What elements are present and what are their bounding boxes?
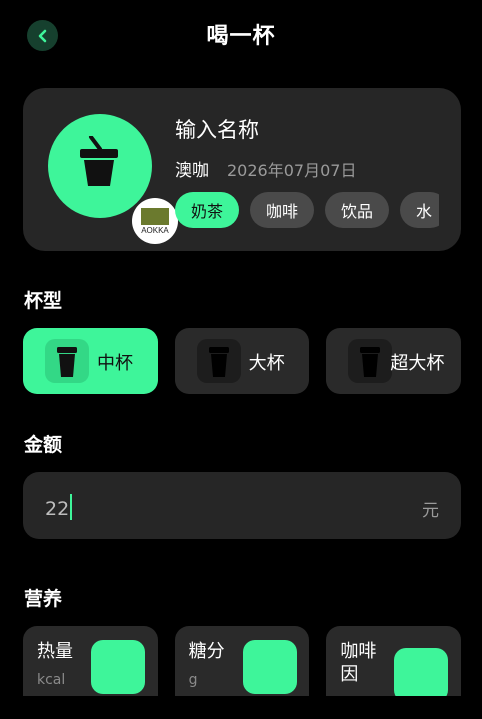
cup-size-large[interactable]: 大杯 [174, 328, 310, 394]
nutrition-unit: g [188, 672, 198, 688]
nutrition-value-box[interactable] [91, 640, 145, 694]
amount-text: 22 [45, 498, 70, 520]
nutrition-title: 营养 [24, 588, 63, 610]
cup-icon [196, 339, 241, 383]
text-caret [70, 494, 73, 520]
tag-beverage[interactable]: 饮品 [325, 192, 390, 228]
amount-value: 22 [45, 494, 73, 520]
cup-size-title: 杯型 [24, 290, 63, 312]
nutrition-value-box[interactable] [242, 640, 297, 694]
amount-title: 金额 [24, 434, 63, 456]
brand-name[interactable]: 澳咖 [175, 156, 209, 181]
page-title: 喝一杯 [206, 24, 276, 49]
nutrition-calories[interactable]: 热量 kcal [23, 626, 158, 696]
cup-icon [45, 339, 89, 383]
cup-size-label: 大杯 [248, 353, 285, 374]
tag-coffee[interactable]: 咖啡 [250, 192, 315, 228]
nutrition-list: 热量 kcal 糖分 g 咖啡因 [23, 626, 461, 696]
cup-size-label: 中杯 [97, 353, 133, 374]
nutrition-label: 热量 [37, 641, 73, 662]
takeaway-cup-icon [80, 136, 118, 186]
drink-name-input[interactable]: 输入名称 [175, 114, 259, 144]
amount-field[interactable]: 22 元 [23, 472, 461, 539]
nutrition-sugar[interactable]: 糖分 g [174, 626, 310, 696]
nutrition-label: 糖分 [188, 641, 225, 662]
cup-size-label: 超大杯 [390, 353, 445, 374]
nutrition-unit: kcal [37, 672, 66, 688]
tag-milk-tea[interactable]: 奶茶 [175, 192, 240, 228]
cup-size-options: 中杯 大杯 超大杯 [23, 328, 462, 394]
drink-avatar[interactable]: AOKKA [48, 114, 178, 244]
tag-water[interactable]: 水 [400, 192, 439, 228]
nutrition-value-box[interactable] [394, 648, 449, 696]
nutrition-caffeine[interactable]: 咖啡因 [326, 626, 461, 696]
logo-text: AOKKA [141, 225, 169, 235]
brand-logo: AOKKA [132, 198, 178, 244]
drink-date[interactable]: 2026年07月07日 [227, 157, 356, 181]
nutrition-label: 咖啡因 [340, 641, 377, 685]
category-tags: 奶茶 咖啡 饮品 水 [175, 192, 439, 230]
header: 喝一杯 [0, 0, 482, 70]
amount-unit: 元 [422, 501, 439, 521]
cup-size-medium[interactable]: 中杯 [23, 328, 158, 394]
cup-icon [348, 339, 393, 383]
logo-mark [141, 207, 169, 225]
drink-card: AOKKA 输入名称 澳咖 2026年07月07日 奶茶 咖啡 饮品 水 [23, 88, 461, 251]
cup-size-extra-large[interactable]: 超大杯 [326, 328, 462, 394]
